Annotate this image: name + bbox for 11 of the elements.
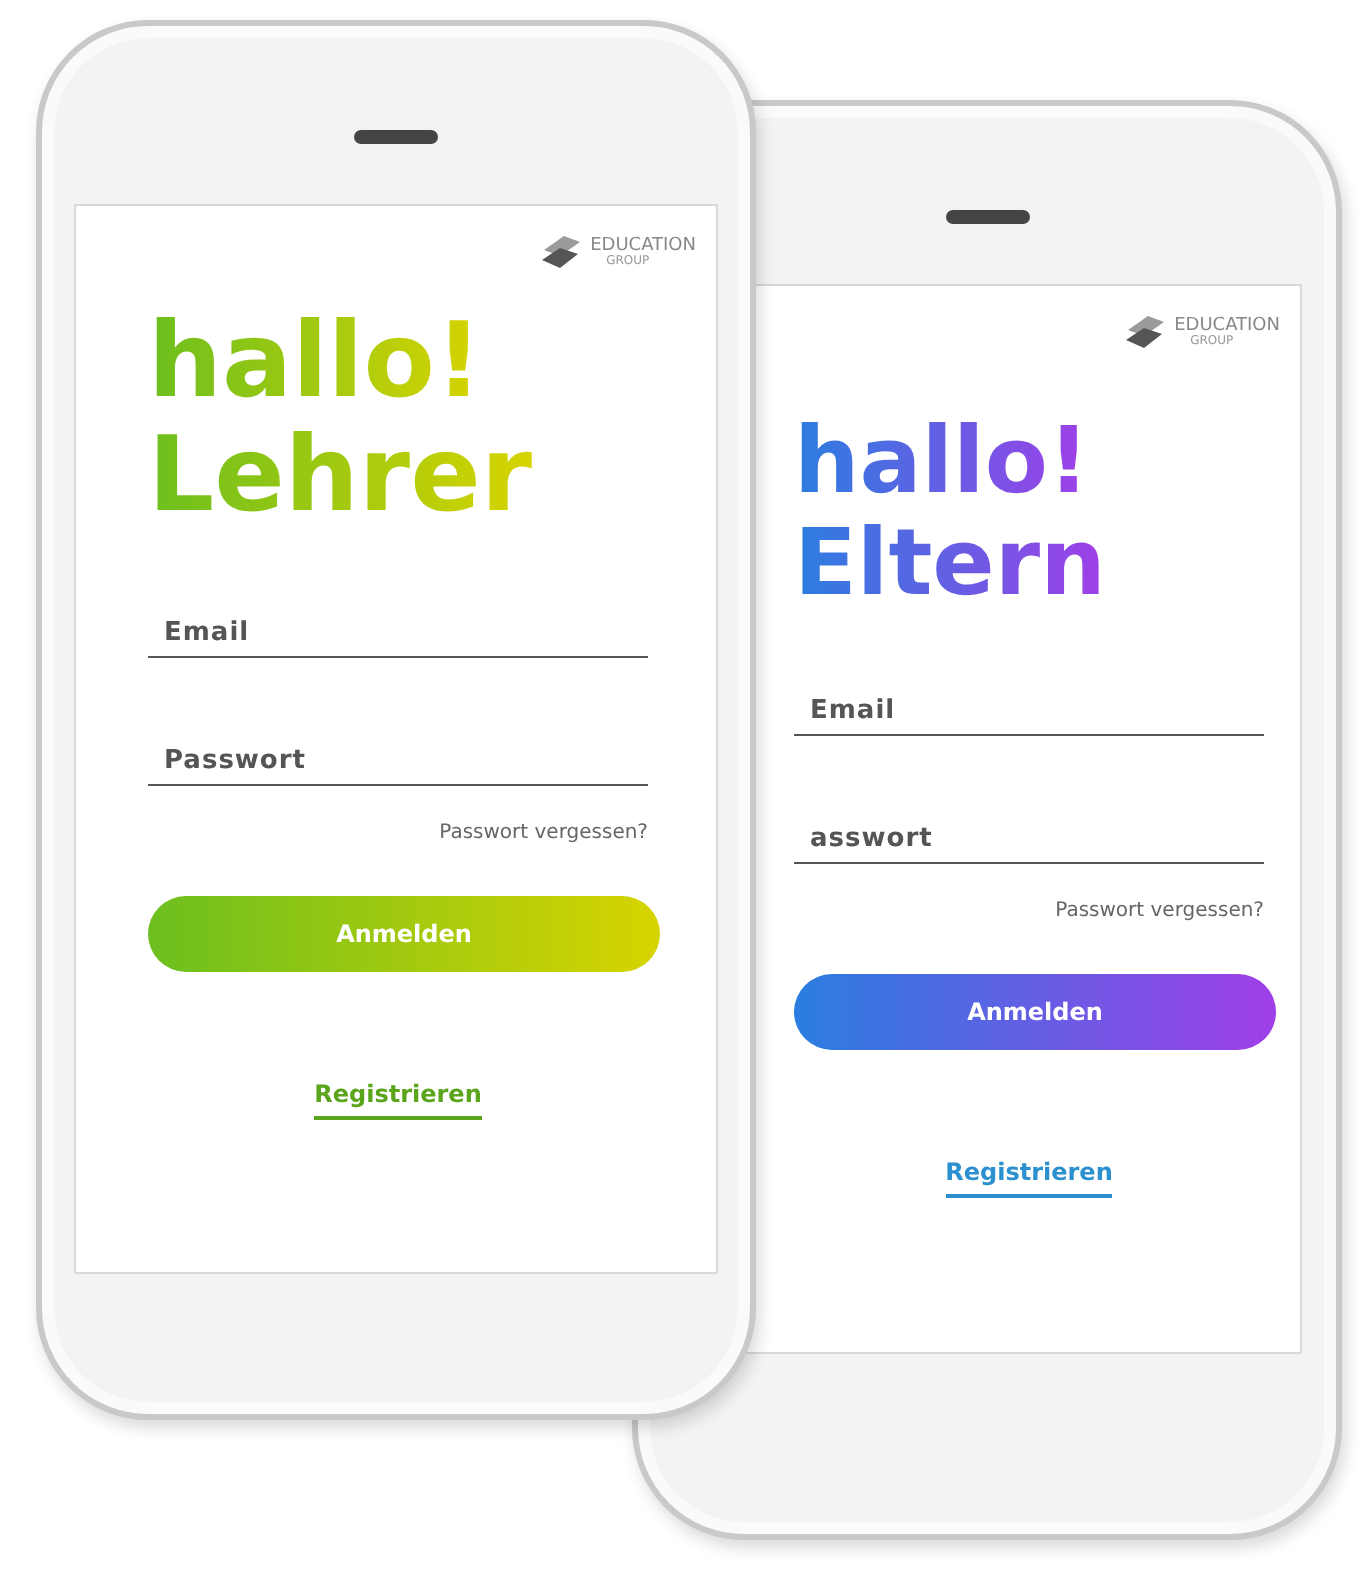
- phone-speaker: [354, 130, 438, 144]
- forgot-password-link[interactable]: Passwort vergessen?: [439, 822, 648, 845]
- forgot-password-link[interactable]: Passwort vergessen?: [1055, 900, 1264, 923]
- login-button[interactable]: Anmelden: [794, 974, 1276, 1051]
- logo-text: EDUCATION: [1174, 317, 1280, 335]
- register-link[interactable]: Registrieren: [945, 1158, 1113, 1199]
- logo-icon: [1124, 314, 1169, 350]
- logo-text: EDUCATION: [590, 237, 696, 255]
- logo-icon: [540, 234, 585, 270]
- register-link[interactable]: Registrieren: [314, 1080, 482, 1121]
- phone-speaker: [945, 210, 1029, 224]
